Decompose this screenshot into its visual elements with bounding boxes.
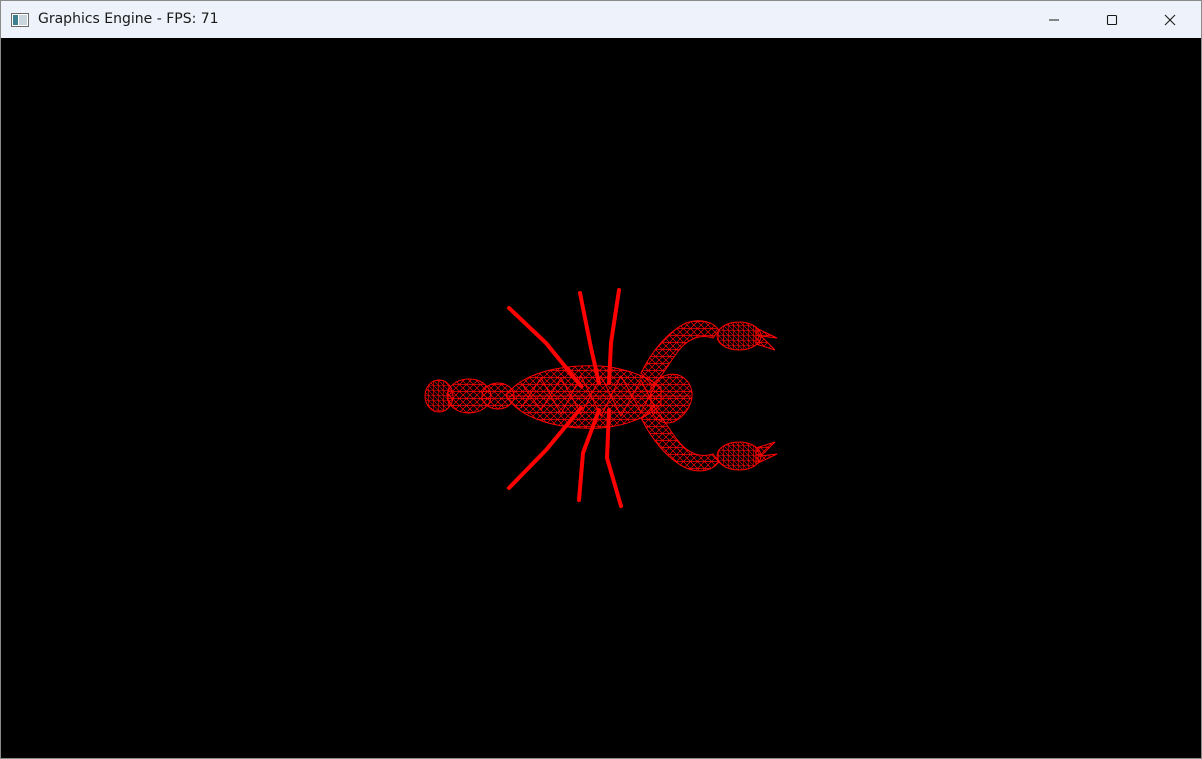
claw-lower <box>716 441 762 471</box>
minimize-icon <box>1049 19 1059 20</box>
app-icon <box>11 12 29 27</box>
claw-upper <box>716 321 762 351</box>
minimize-button[interactable] <box>1025 1 1083 38</box>
pincer-lower <box>755 441 778 465</box>
maximize-icon <box>1106 14 1118 25</box>
scorpion-wireframe <box>424 288 778 508</box>
window-title: Graphics Engine - FPS: 71 <box>38 11 219 27</box>
abdomen <box>505 365 662 429</box>
close-icon <box>1164 14 1176 25</box>
render-viewport[interactable] <box>1 38 1201 758</box>
maximize-button[interactable] <box>1083 1 1141 38</box>
pincer-upper <box>755 327 778 351</box>
title-bar[interactable]: Graphics Engine - FPS: 71 <box>1 1 1201 38</box>
app-window: Graphics Engine - FPS: 71 <box>0 0 1202 759</box>
close-button[interactable] <box>1141 1 1199 38</box>
